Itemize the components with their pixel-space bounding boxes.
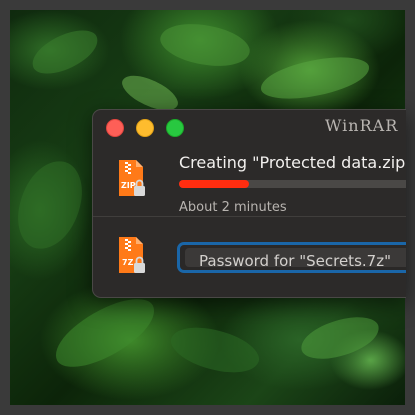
progress-fill — [179, 180, 250, 188]
password-field[interactable]: Password for "Secrets.7z" — [177, 242, 406, 273]
compress-task-row: ZIP Creating "Protected data.zip About 2… — [93, 142, 406, 218]
wallpaper-leaf — [258, 52, 372, 104]
password-task-row: 7Z Password for "Secrets.7z" — [93, 217, 406, 297]
minimize-button[interactable] — [136, 119, 154, 137]
wallpaper-leaf — [297, 312, 383, 364]
password-placeholder: Password for "Secrets.7z" — [199, 252, 391, 270]
7z-archive-locked-icon: 7Z — [119, 237, 145, 273]
7z-icon-label: 7Z — [122, 258, 134, 267]
time-remaining: About 2 minutes — [179, 200, 287, 215]
wallpaper-leaf — [12, 155, 88, 255]
wallpaper-leaf — [156, 14, 254, 76]
wallpaper-leaf — [26, 24, 104, 80]
password-input[interactable]: Password for "Secrets.7z" — [185, 248, 406, 270]
wallpaper-leaf — [45, 288, 165, 378]
title-bar[interactable]: WinRAR — [93, 110, 406, 142]
zoom-button[interactable] — [166, 119, 184, 137]
zip-icon-label: ZIP — [121, 181, 136, 190]
close-button[interactable] — [106, 119, 124, 137]
window-title: WinRAR — [325, 116, 399, 135]
task-title: Creating "Protected data.zip — [179, 153, 406, 172]
wallpaper-leaf — [165, 315, 265, 385]
winrar-window: WinRAR ZIP Creating "Protected data.zip … — [92, 109, 406, 298]
zip-archive-locked-icon: ZIP — [119, 160, 145, 196]
compression-progress-bar — [179, 180, 406, 188]
